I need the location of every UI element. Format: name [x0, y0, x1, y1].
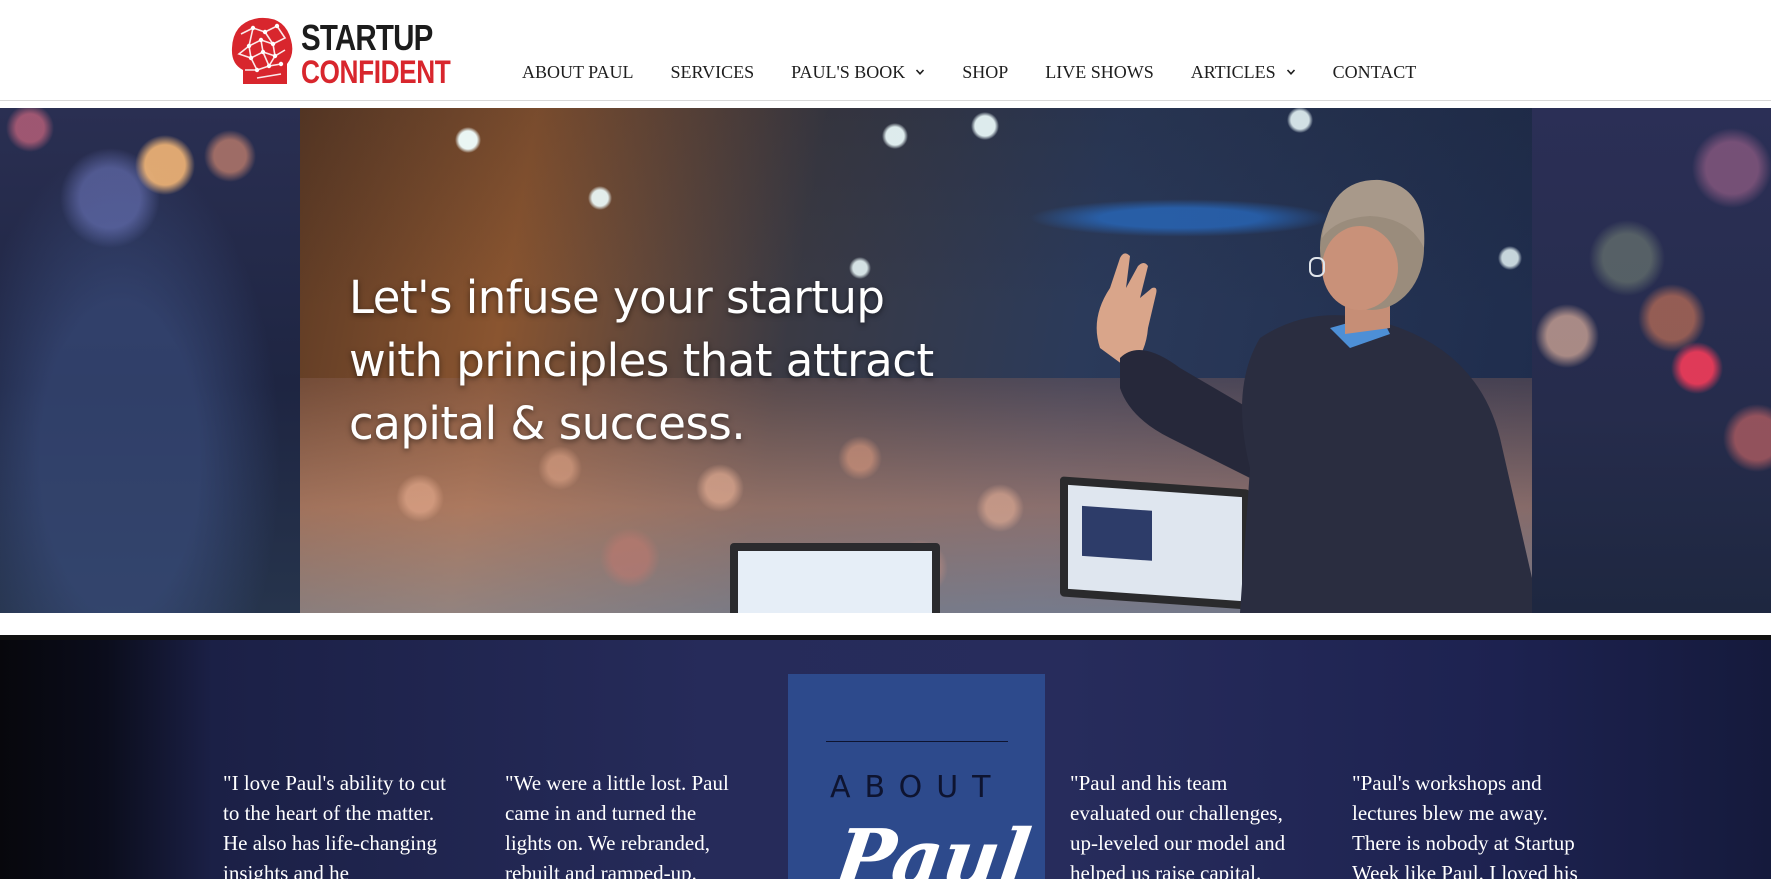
nav-label: SHOP	[962, 61, 1009, 82]
quote-line: lectures blew me away.	[1352, 801, 1548, 825]
card-rule	[826, 741, 1008, 742]
nav-label: SERVICES	[670, 61, 755, 82]
chevron-down-icon	[1286, 69, 1295, 75]
hero-bokeh-right	[1532, 108, 1771, 613]
main-nav: ABOUT PAUL SERVICES PAUL'S BOOK SHOP LIV…	[522, 58, 1416, 86]
quote-line: "Paul and his team	[1070, 771, 1228, 795]
quote-line: Week like Paul. I loved his	[1352, 861, 1578, 879]
quote-line: "We were a little lost. Paul	[505, 771, 729, 795]
nav-contact[interactable]: CONTACT	[1333, 62, 1417, 83]
quote-line: helped us raise capital.	[1070, 861, 1262, 879]
laptop-image	[730, 543, 940, 613]
nav-label: PAUL'S BOOK	[791, 61, 906, 82]
nav-shop[interactable]: SHOP	[962, 62, 1008, 83]
nav-live-shows[interactable]: LIVE SHOWS	[1045, 62, 1154, 83]
hero-bokeh-left	[0, 108, 300, 613]
about-heading: ABOUT	[830, 770, 1005, 805]
hero-banner: Let's infuse your startup with principle…	[0, 108, 1771, 613]
speaker-figure	[1096, 179, 1532, 613]
hero-headline-line: with principles that attract	[349, 334, 934, 387]
quote-line: He also has life-changing	[223, 831, 438, 855]
quote-line: to the heart of the matter.	[223, 801, 435, 825]
nav-label: ABOUT PAUL	[522, 61, 634, 82]
quote-line: evaluated our challenges,	[1070, 801, 1283, 825]
logo-wordmark-confident: CONFIDENT	[301, 54, 451, 90]
nav-articles[interactable]: ARTICLES	[1191, 62, 1296, 83]
quote-line: "Paul's workshops and	[1352, 771, 1542, 795]
head-network-icon	[231, 17, 293, 84]
chevron-down-icon	[916, 69, 925, 75]
quote-line: rebuilt and ramped-up.	[505, 861, 697, 879]
testimonial-quote: "I love Paul's ability to cut to the hea…	[223, 768, 483, 879]
quote-line: lights on. We rebranded,	[505, 831, 710, 855]
hero-headline-line: Let's infuse your startup	[349, 271, 885, 324]
logo-link[interactable]: STARTUP CONFIDENT	[229, 14, 451, 90]
about-testimonials-section: "I love Paul's ability to cut to the hea…	[0, 640, 1771, 879]
testimonial-quote: "Paul's workshops and lectures blew me a…	[1352, 768, 1612, 879]
quote-line: There is nobody at Startup	[1352, 831, 1575, 855]
testimonial-quote: "We were a little lost. Paul came in and…	[505, 768, 765, 879]
quote-line: up-leveled our model and	[1070, 831, 1286, 855]
hero-headline-line: capital & success.	[349, 397, 746, 450]
quote-line: insights and he	[223, 861, 349, 879]
site-header: STARTUP CONFIDENT ABOUT PAUL SERVICES PA…	[0, 0, 1771, 101]
about-paul-card[interactable]: ABOUT Paul	[788, 674, 1045, 879]
paul-script-heading: Paul	[829, 813, 1036, 879]
quote-line: came in and turned the	[505, 801, 697, 825]
nav-services[interactable]: SERVICES	[671, 62, 755, 83]
nav-label: LIVE SHOWS	[1045, 61, 1154, 82]
nav-pauls-book[interactable]: PAUL'S BOOK	[791, 62, 925, 83]
testimonial-quote: "Paul and his team evaluated our challen…	[1070, 768, 1330, 879]
nav-about-paul[interactable]: ABOUT PAUL	[522, 62, 634, 83]
quote-line: "I love Paul's ability to cut	[223, 771, 446, 795]
nav-label: CONTACT	[1332, 61, 1417, 82]
logo-wordmark-startup: STARTUP	[301, 17, 433, 58]
hero-headline: Let's infuse your startup with principle…	[349, 266, 989, 455]
nav-label: ARTICLES	[1190, 61, 1276, 82]
